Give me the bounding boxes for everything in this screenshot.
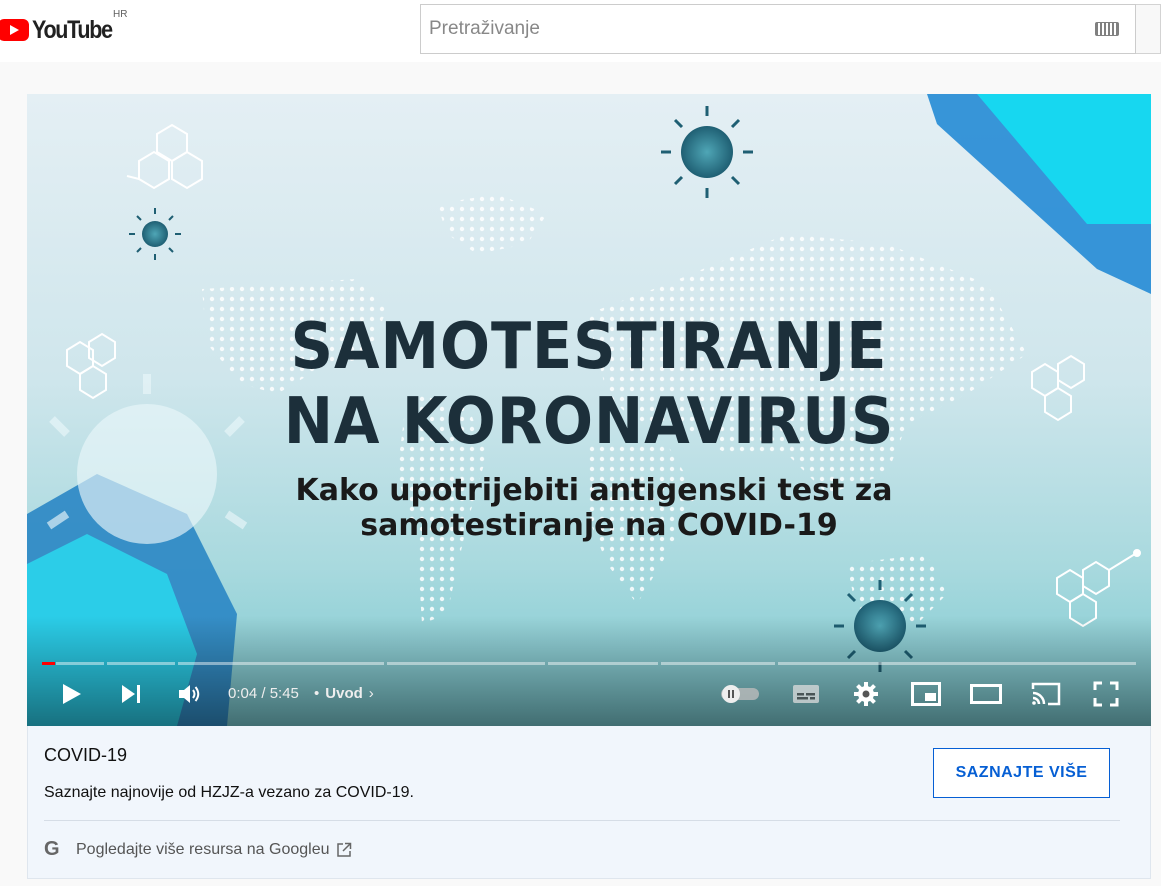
volume-icon	[179, 685, 200, 703]
next-button[interactable]	[107, 669, 155, 719]
settings-button[interactable]	[842, 669, 890, 719]
divider	[44, 820, 1120, 821]
miniplayer-icon	[911, 682, 941, 706]
country-code: HR	[113, 9, 128, 20]
volume-button[interactable]	[166, 669, 214, 719]
keyboard-icon[interactable]	[1095, 22, 1119, 36]
search-box	[420, 4, 1136, 54]
chapter-segment[interactable]	[548, 662, 658, 665]
cast-button[interactable]	[1022, 669, 1070, 719]
google-icon: G	[44, 838, 60, 860]
autoplay-toggle[interactable]	[713, 669, 767, 719]
chapter-name: Uvod	[325, 685, 363, 702]
subtitles-button[interactable]	[782, 669, 830, 719]
play-icon	[63, 684, 81, 704]
chapter-separator: •	[314, 685, 320, 702]
google-link-text: Pogledajte više resursa na Googleu	[76, 840, 330, 858]
learn-more-button[interactable]: SAZNAJTE VIŠE	[933, 748, 1110, 798]
theater-icon	[970, 684, 1002, 704]
theater-mode-button[interactable]	[962, 669, 1010, 719]
molecule-top-left	[126, 123, 203, 190]
progress-played	[42, 662, 56, 665]
search-input[interactable]	[421, 17, 1095, 41]
chapter-segment[interactable]	[778, 662, 1136, 665]
molecule-bottom-right	[1056, 549, 1141, 628]
autoplay-toggle-icon	[721, 685, 759, 703]
info-description: Saznajte najnovije od HZJZ-a vezano za C…	[44, 784, 414, 801]
video-title-line1: SAMOTESTIRANJE	[290, 310, 888, 384]
player-controls: 0:04 / 5:45 • Uvod ›	[27, 669, 1151, 719]
chapter-segment[interactable]	[387, 662, 545, 665]
youtube-play-icon	[0, 19, 29, 41]
info-panel: COVID-19 Saznajte najnovije od HZJZ-a ve…	[27, 726, 1151, 879]
youtube-logo[interactable]: YouTube HR	[0, 9, 128, 48]
virus-top	[661, 106, 753, 198]
subtitles-icon	[793, 685, 819, 703]
chapter-segment[interactable]	[661, 662, 775, 665]
time-display: 0:04 / 5:45	[228, 685, 299, 702]
video-subtitle-line2: samotestiranje na COVID-19	[360, 508, 838, 543]
chapter-segment[interactable]	[107, 662, 175, 665]
chapter-title-button[interactable]: • Uvod ›	[314, 685, 374, 702]
search-button[interactable]	[1136, 4, 1161, 54]
virus-left	[129, 208, 181, 260]
chapter-segment[interactable]	[178, 662, 384, 665]
fullscreen-button[interactable]	[1082, 669, 1130, 719]
settings-icon	[854, 682, 878, 706]
cast-icon	[1031, 682, 1061, 706]
miniplayer-button[interactable]	[902, 669, 950, 719]
chevron-right-icon: ›	[368, 685, 374, 702]
play-button[interactable]	[47, 669, 95, 719]
next-icon	[122, 685, 140, 703]
masthead: YouTube HR	[0, 0, 1161, 62]
progress-bar[interactable]	[42, 662, 1136, 665]
chapter-segment[interactable]	[56, 662, 104, 665]
video-title-line2: NA KORONAVIRUS	[283, 385, 895, 459]
google-resources-link[interactable]: G Pogledajte više resursa na Googleu	[44, 838, 352, 861]
video-player[interactable]: SAMOTESTIRANJE NA KORONAVIRUS Kako upotr…	[27, 94, 1151, 726]
info-title: COVID-19	[44, 745, 128, 765]
fullscreen-icon	[1093, 681, 1119, 707]
video-subtitle-line1: Kako upotrijebiti antigenski test za	[295, 473, 893, 508]
external-link-icon	[336, 842, 351, 857]
logo-text: YouTube	[32, 15, 113, 44]
